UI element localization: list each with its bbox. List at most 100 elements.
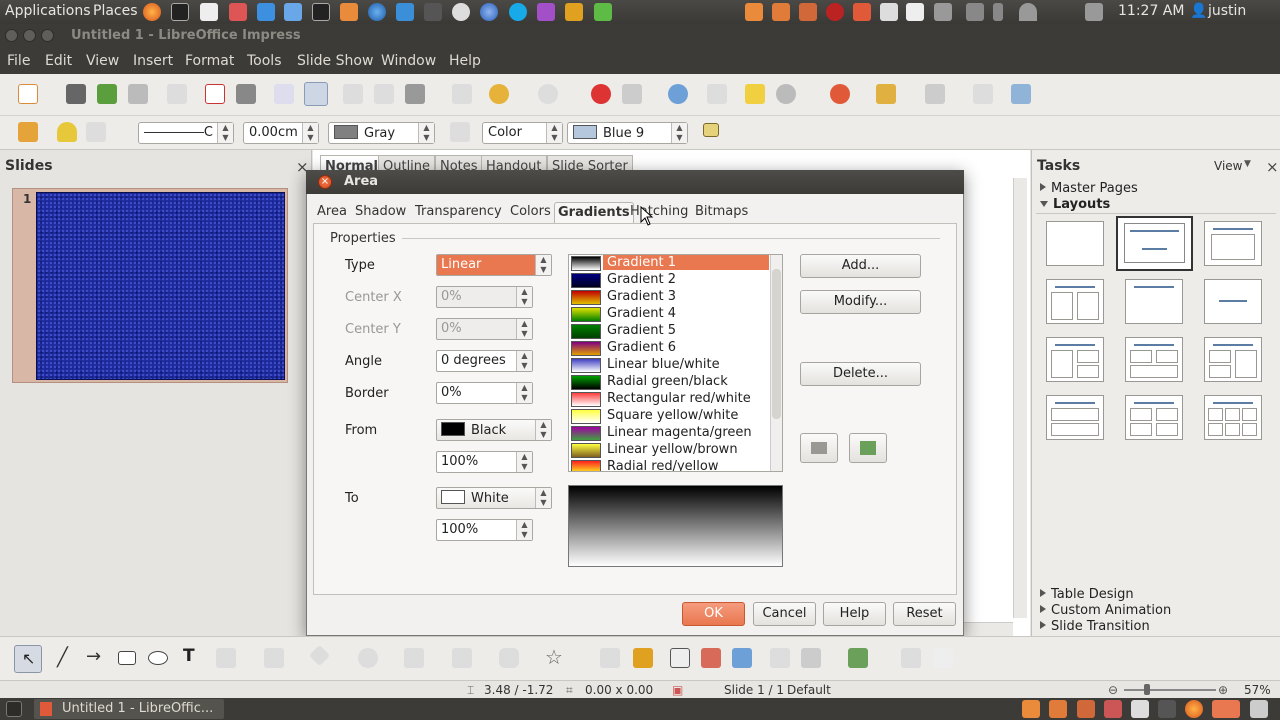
layout-content-over-content[interactable]: [1046, 395, 1104, 440]
fill-color-spin[interactable]: ▲ ▼: [671, 123, 687, 143]
gradient-list-item[interactable]: Square yellow/white: [569, 408, 769, 425]
chat-icon[interactable]: [452, 3, 470, 21]
bluetooth-icon[interactable]: [993, 3, 1003, 21]
applet-icon[interactable]: [1250, 700, 1268, 718]
system-monitor-icon[interactable]: [312, 3, 330, 21]
from-color-select[interactable]: Black ▲ ▼: [436, 419, 552, 441]
volume-icon[interactable]: [1085, 3, 1103, 21]
zoom-icon[interactable]: [776, 84, 796, 104]
zoom-in-icon[interactable]: ⊕: [1218, 683, 1228, 697]
workspace-switcher-icon[interactable]: [1158, 700, 1176, 718]
save-icon[interactable]: [97, 84, 117, 104]
border-spin[interactable]: ▲ ▼: [516, 383, 532, 403]
center-y-field[interactable]: 0% ▲ ▼: [436, 318, 533, 340]
line-color-select[interactable]: Gray ▲ ▼: [328, 122, 435, 144]
menu-file[interactable]: File: [7, 53, 30, 69]
writer-icon[interactable]: [396, 3, 414, 21]
gradient-list-item[interactable]: Gradient 3: [569, 289, 769, 306]
border-field[interactable]: 0% ▲ ▼: [436, 382, 533, 404]
tray-page-icon[interactable]: [906, 3, 924, 21]
curve-tool-icon[interactable]: [216, 648, 236, 668]
layout-title-only[interactable]: [1125, 279, 1183, 324]
basic-shapes-icon[interactable]: [308, 644, 331, 667]
copy-icon[interactable]: [374, 84, 394, 104]
document-modified-icon[interactable]: ▣: [672, 683, 683, 697]
align-icon[interactable]: [801, 648, 821, 668]
gradient-list-item[interactable]: Linear blue/white: [569, 357, 769, 374]
symbol-shapes-icon[interactable]: [358, 648, 378, 668]
line-width-spin[interactable]: ▲ ▼: [302, 123, 318, 143]
gradient-list-item[interactable]: Gradient 5: [569, 323, 769, 340]
gradient-list-item[interactable]: Gradient 1: [569, 255, 769, 272]
from-color-spin[interactable]: ▲ ▼: [535, 420, 551, 440]
tray-app-icon[interactable]: [745, 3, 763, 21]
load-gradients-button[interactable]: [800, 433, 838, 463]
type-select[interactable]: Linear ▲ ▼: [436, 254, 552, 276]
redo-icon[interactable]: [538, 84, 558, 104]
layout-six-content[interactable]: [1204, 395, 1262, 440]
points-icon[interactable]: [600, 648, 620, 668]
layout-two-left-content[interactable]: [1204, 337, 1262, 382]
slide-layout-icon[interactable]: [925, 84, 945, 104]
undo-icon[interactable]: [489, 84, 509, 104]
places-menu[interactable]: Places: [93, 3, 138, 19]
line-style-spin[interactable]: ▲ ▼: [217, 123, 233, 143]
arrange-icon[interactable]: [848, 648, 868, 668]
web-icon[interactable]: [480, 3, 498, 21]
workspace-1-icon[interactable]: [1022, 700, 1040, 718]
taskbar-window-button[interactable]: Untitled 1 - LibreOffic...: [34, 699, 224, 719]
area-style-spin[interactable]: ▲ ▼: [546, 123, 562, 143]
center-y-spin[interactable]: ▲ ▼: [516, 319, 532, 339]
zoom-slider-thumb[interactable]: [1144, 684, 1150, 695]
gradient-list-item[interactable]: Gradient 2: [569, 272, 769, 289]
menu-insert[interactable]: Insert: [133, 53, 173, 69]
tray-files-icon[interactable]: [799, 3, 817, 21]
arrow-style-icon[interactable]: [86, 122, 106, 142]
pdf-icon[interactable]: [229, 3, 247, 21]
minimize-window-button[interactable]: [23, 29, 36, 42]
dropbox-icon[interactable]: [257, 3, 275, 21]
edit-file-icon[interactable]: [167, 84, 187, 104]
applications-menu[interactable]: Applications: [5, 3, 91, 19]
image-icon[interactable]: [340, 3, 358, 21]
chart-icon[interactable]: [591, 84, 611, 104]
layout-title-content-selected[interactable]: [1116, 216, 1193, 271]
tray-folder-icon[interactable]: [772, 3, 790, 21]
layout-blank[interactable]: [1046, 221, 1104, 266]
to-percent-field[interactable]: 100% ▲ ▼: [436, 519, 533, 541]
help-icon[interactable]: [830, 84, 850, 104]
callouts-icon[interactable]: [499, 648, 519, 668]
maximize-window-button[interactable]: [41, 29, 54, 42]
browser-icon[interactable]: [368, 3, 386, 21]
menu-slide-show[interactable]: Slide Show: [297, 53, 373, 69]
tab-transparency[interactable]: Transparency: [412, 202, 505, 224]
menu-view[interactable]: View: [86, 53, 119, 69]
glue-points-icon[interactable]: [633, 648, 653, 668]
mail-icon[interactable]: [966, 3, 984, 21]
from-percent-field[interactable]: 100% ▲ ▼: [436, 451, 533, 473]
tasks-pane-close-icon[interactable]: ×: [1266, 158, 1279, 176]
center-x-spin[interactable]: ▲ ▼: [516, 287, 532, 307]
from-file-icon[interactable]: [701, 648, 721, 668]
impress-taskbar-icon[interactable]: [1212, 700, 1240, 718]
add-button[interactable]: Add...: [800, 254, 921, 278]
delete-button[interactable]: Delete...: [800, 362, 921, 386]
new-document-icon[interactable]: [18, 84, 38, 104]
shadow-icon[interactable]: [703, 123, 719, 137]
grid-icon[interactable]: [707, 84, 727, 104]
workspace-3-icon[interactable]: [1077, 700, 1095, 718]
area-style-select[interactable]: Color ▲ ▼: [482, 122, 563, 144]
menu-help[interactable]: Help: [449, 53, 481, 69]
flowchart-icon[interactable]: [452, 648, 472, 668]
paste-icon[interactable]: [405, 84, 425, 104]
section-master-pages[interactable]: Master Pages: [1040, 181, 1138, 196]
tray-doc-icon[interactable]: [880, 3, 898, 21]
tray-office-icon[interactable]: [853, 3, 871, 21]
navigator-icon[interactable]: [668, 84, 688, 104]
block-arrows-icon[interactable]: [404, 648, 424, 668]
help-button[interactable]: Help: [823, 602, 886, 626]
stars-icon[interactable]: ☆: [545, 645, 563, 669]
workspace-4-icon[interactable]: [1104, 700, 1122, 718]
close-window-button[interactable]: [5, 29, 18, 42]
fontwork-icon[interactable]: [670, 648, 690, 668]
